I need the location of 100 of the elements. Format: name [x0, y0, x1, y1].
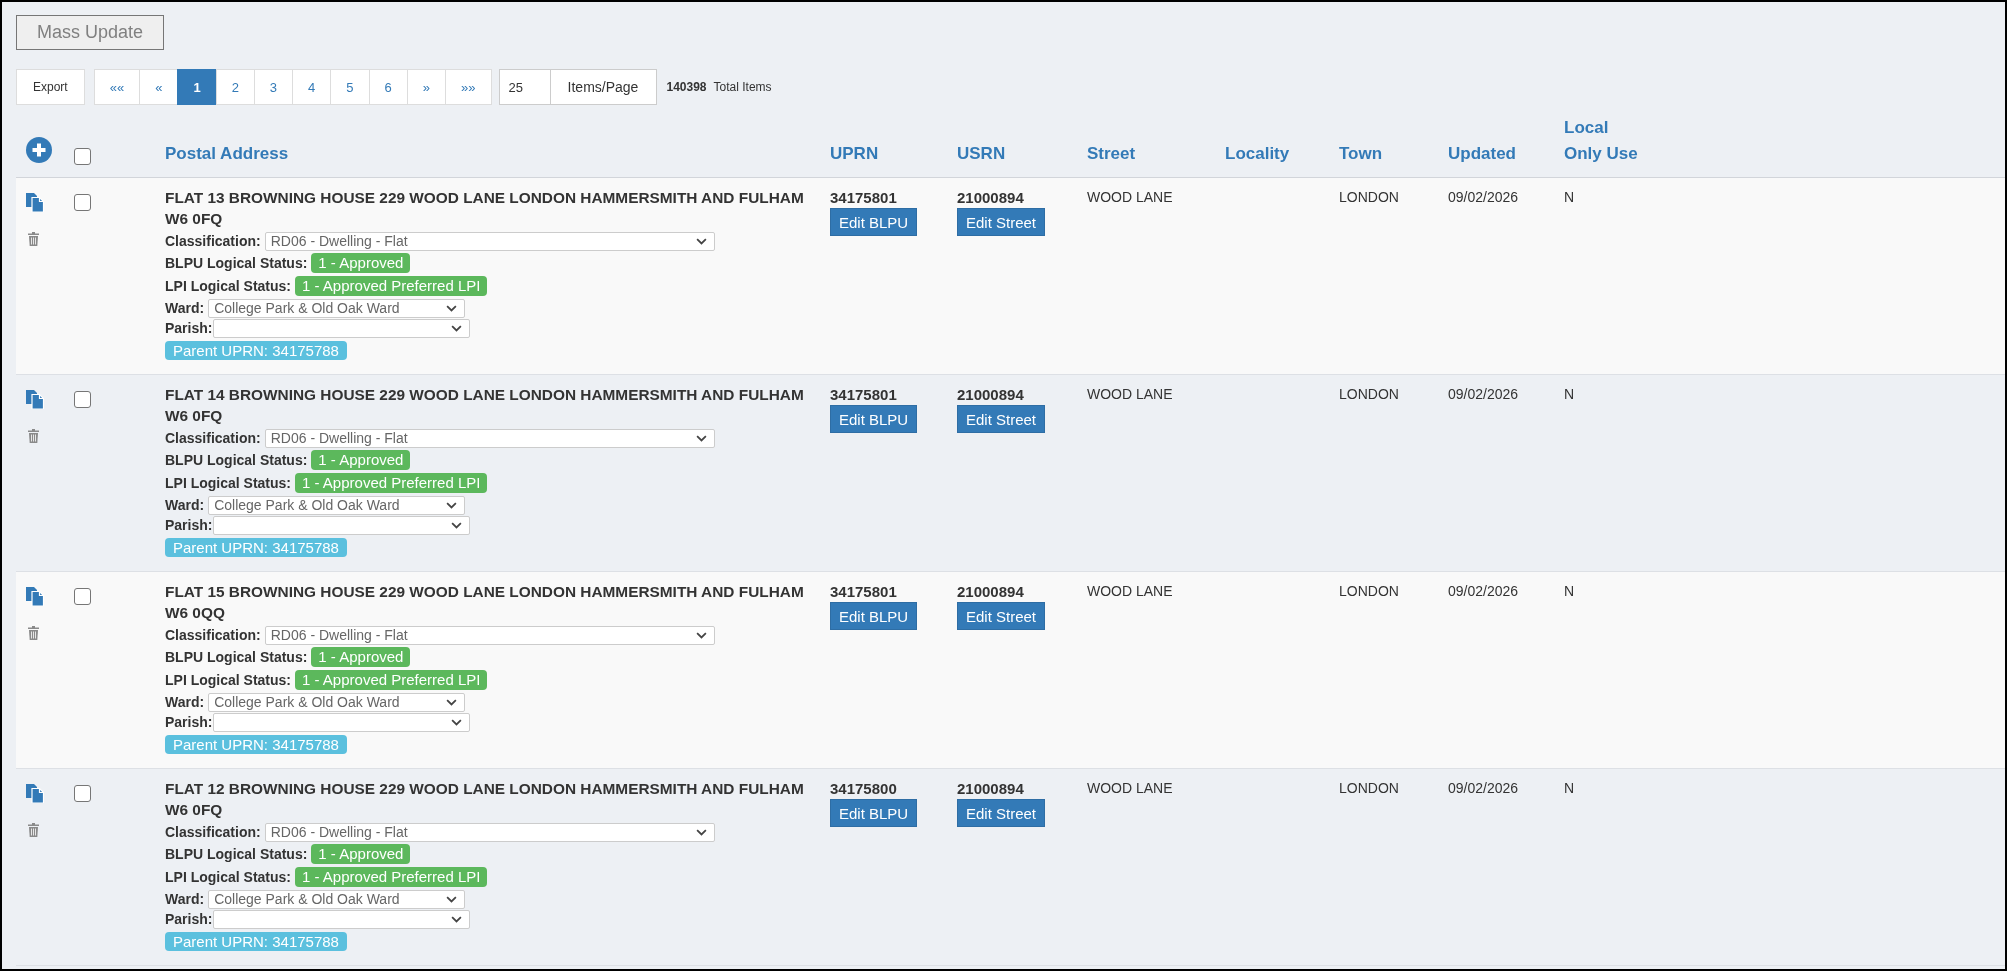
field-label: LPI Logical Status:	[165, 474, 291, 491]
postal-address: FLAT 14 BROWNING HOUSE 229 WOOD LANE LONDON HAMMERSMITH AND FULHAM W6 0FQ	[165, 385, 805, 426]
page-size-field[interactable]: 25	[498, 69, 551, 105]
chevron-down-icon	[451, 521, 463, 529]
town-name: LONDON	[1339, 188, 1399, 207]
page-button[interactable]: 5	[330, 69, 370, 105]
column-header[interactable]: USRN	[957, 141, 1087, 167]
items-per-page-button[interactable]: Items/Page	[549, 69, 657, 105]
page-button[interactable]: 4	[292, 69, 332, 105]
row-checkbox[interactable]	[74, 785, 91, 802]
page-button[interactable]: »»	[445, 69, 492, 105]
delete-icon[interactable]	[28, 232, 39, 246]
local-only-use-value: N	[1564, 582, 1575, 601]
chevron-down-icon	[446, 501, 458, 509]
edit-blpu-button[interactable]: Edit BLPU	[830, 208, 918, 236]
edit-blpu-button[interactable]: Edit BLPU	[830, 799, 918, 827]
field-label: Ward:	[165, 694, 205, 710]
usrn-value: 21000894	[957, 779, 1024, 799]
copy-icon[interactable]	[26, 784, 44, 803]
field-label: BLPU Logical Status:	[165, 649, 308, 665]
page-button[interactable]: «	[139, 69, 179, 105]
ward-select[interactable]: College Park & Old Oak Ward	[208, 889, 466, 909]
export-button[interactable]: Export	[16, 69, 85, 105]
delete-icon[interactable]	[28, 626, 39, 640]
status-badge: 1 - Approved Preferred LPI	[295, 866, 488, 887]
chevron-down-icon	[451, 718, 463, 726]
field-label: BLPU Logical Status:	[165, 846, 308, 862]
postal-address: FLAT 13 BROWNING HOUSE 229 WOOD LANE LONDON HAMMERSMITH AND FULHAM W6 0FQ	[165, 188, 805, 229]
updated-date: 09/02/2026	[1448, 188, 1519, 207]
delete-icon[interactable]	[28, 429, 39, 443]
row-checkbox[interactable]	[74, 588, 91, 605]
street-name: WOOD LANE	[1087, 385, 1173, 404]
classification-select[interactable]: RD06 - Dwelling - Flat	[264, 625, 715, 645]
copy-icon[interactable]	[26, 193, 44, 212]
updated-date: 09/02/2026	[1448, 385, 1519, 404]
classification-select[interactable]: RD06 - Dwelling - Flat	[264, 822, 715, 842]
classification-select[interactable]: RD06 - Dwelling - Flat	[264, 428, 715, 448]
row-checkbox[interactable]	[74, 391, 91, 408]
local-only-use-value: N	[1564, 779, 1575, 798]
usrn-value: 21000894	[957, 582, 1024, 602]
ward-select[interactable]: College Park & Old Oak Ward	[208, 495, 466, 515]
page-button[interactable]: 2	[215, 69, 255, 105]
page-button[interactable]: »	[406, 69, 447, 105]
copy-icon[interactable]	[26, 390, 44, 409]
usrn-value: 21000894	[957, 385, 1024, 405]
column-header[interactable]: Postal Address	[165, 141, 830, 167]
chevron-down-icon	[695, 434, 707, 442]
chevron-down-icon	[695, 237, 707, 245]
chevron-down-icon	[695, 828, 707, 836]
parent-uprn-tag: Parent UPRN: 34175788	[165, 931, 347, 951]
copy-icon[interactable]	[26, 587, 44, 606]
edit-street-button[interactable]: Edit Street	[957, 602, 1046, 630]
field-label: Ward:	[165, 497, 205, 513]
page-button[interactable]: 3	[253, 69, 294, 105]
delete-icon[interactable]	[28, 823, 39, 837]
field-label: Parish:	[165, 320, 213, 336]
town-name: LONDON	[1339, 385, 1399, 404]
chevron-down-icon	[446, 304, 458, 312]
town-name: LONDON	[1339, 779, 1399, 798]
page-button[interactable]: ««	[93, 69, 141, 105]
edit-street-button[interactable]: Edit Street	[957, 799, 1046, 827]
postal-address: FLAT 15 BROWNING HOUSE 229 WOOD LANE LONDON HAMMERSMITH AND FULHAM W6 0QQ	[165, 582, 805, 623]
local-only-use-value: N	[1564, 385, 1575, 404]
status-badge: 1 - Approved	[311, 844, 411, 864]
edit-blpu-button[interactable]: Edit BLPU	[830, 405, 918, 433]
ward-select[interactable]: College Park & Old Oak Ward	[208, 692, 466, 712]
select-all-checkbox[interactable]	[74, 148, 91, 165]
edit-street-button[interactable]: Edit Street	[957, 208, 1046, 236]
edit-blpu-button[interactable]: Edit BLPU	[830, 602, 918, 630]
chevron-down-icon	[446, 895, 458, 903]
parent-uprn-tag: Parent UPRN: 34175788	[165, 537, 347, 557]
page-button[interactable]: 6	[368, 69, 408, 105]
ward-select[interactable]: College Park & Old Oak Ward	[208, 298, 466, 318]
chevron-down-icon	[446, 698, 458, 706]
column-header[interactable]: Locality	[1225, 141, 1339, 167]
usrn-value: 21000894	[957, 188, 1024, 208]
classification-select[interactable]: RD06 - Dwelling - Flat	[264, 231, 715, 251]
uprn-value: 34175801	[830, 582, 897, 602]
field-label: LPI Logical Status:	[165, 671, 291, 688]
field-label: LPI Logical Status:	[165, 868, 291, 885]
status-badge: 1 - Approved	[311, 253, 411, 273]
edit-street-button[interactable]: Edit Street	[957, 405, 1046, 433]
uprn-value: 34175801	[830, 188, 897, 208]
status-badge: 1 - Approved Preferred LPI	[295, 472, 488, 493]
field-label: Classification:	[165, 430, 261, 446]
column-header[interactable]: Local Only Use	[1564, 115, 1646, 167]
field-label: Classification:	[165, 627, 261, 643]
total-items-label: Total Items	[713, 80, 772, 94]
postal-address: FLAT 12 BROWNING HOUSE 229 WOOD LANE LONDON HAMMERSMITH AND FULHAM W6 0FQ	[165, 779, 805, 820]
column-header[interactable]: UPRN	[830, 141, 957, 167]
status-badge: 1 - Approved Preferred LPI	[295, 669, 488, 690]
page-button[interactable]: 1	[177, 69, 217, 105]
field-label: Parish:	[165, 517, 213, 533]
column-header[interactable]: Street	[1087, 141, 1225, 167]
column-header[interactable]: Updated	[1448, 141, 1564, 167]
column-header[interactable]: Town	[1339, 141, 1448, 167]
field-label: Parish:	[165, 714, 213, 730]
row-checkbox[interactable]	[74, 194, 91, 211]
add-icon[interactable]	[26, 137, 52, 163]
parent-uprn-tag: Parent UPRN: 34175788	[165, 340, 347, 360]
